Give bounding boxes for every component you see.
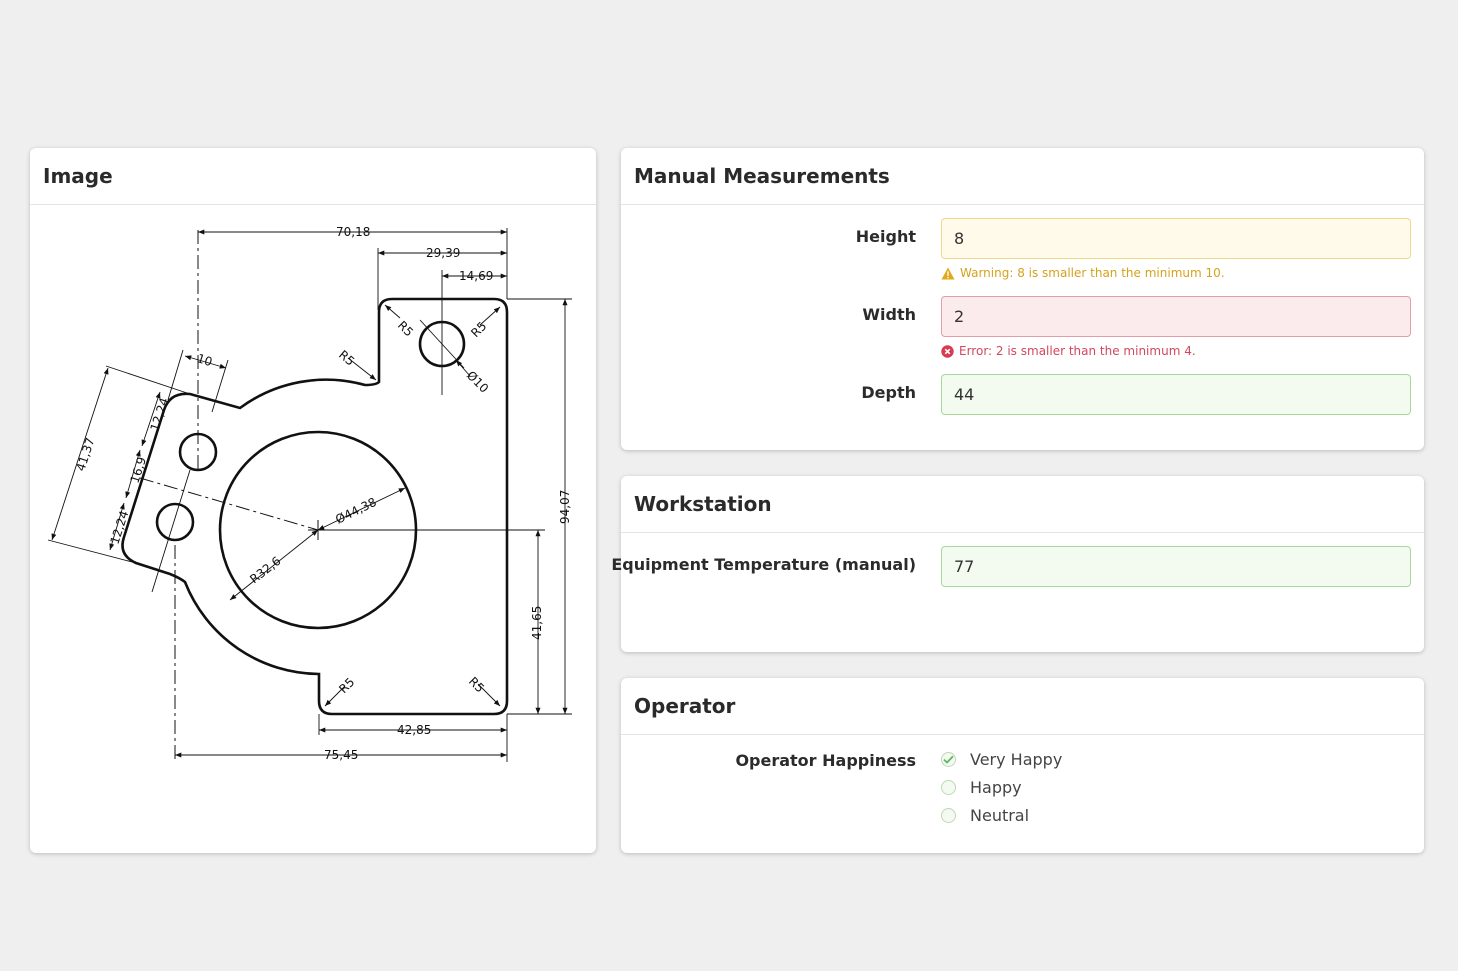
radius-label-2: R5 (395, 318, 416, 339)
technical-drawing: 70,18 29,39 14,69 10 41,37 12,24 16,9 12… (47, 225, 572, 762)
radio-label-happy: Happy (970, 778, 1022, 797)
depth-label: Depth (861, 383, 916, 402)
diameter-big-label: Ø44,38 (333, 495, 379, 527)
depth-input[interactable] (941, 374, 1411, 415)
radio-label-very-happy: Very Happy (970, 750, 1063, 769)
part-outline (121, 297, 509, 716)
image-panel: Image 70,18 29,39 14,69 10 41,37 12,24 1… (30, 148, 596, 853)
height-warning-text: Warning: 8 is smaller than the minimum 1… (960, 266, 1225, 280)
radio-circle-very-happy[interactable] (941, 752, 956, 767)
height-warning-message: Warning: 8 is smaller than the minimum 1… (941, 266, 1225, 280)
workstation-panel: Workstation Equipment Temperature (manua… (611, 476, 1424, 652)
width-input[interactable] (941, 296, 1411, 337)
dim-94-07: 94,07 (558, 490, 572, 524)
radius-label-1: R5 (336, 348, 357, 369)
temperature-input[interactable] (941, 546, 1411, 587)
error-icon (941, 344, 954, 358)
width-label: Width (862, 305, 916, 324)
manual-measurements-panel: Manual Measurements Height Warning: 8 is… (621, 148, 1424, 450)
dim-29-39: 29,39 (426, 246, 460, 260)
warning-icon (941, 267, 955, 279)
height-input[interactable] (941, 218, 1411, 259)
temperature-label: Equipment Temperature (manual) (611, 555, 916, 574)
dim-41-37: 41,37 (74, 436, 98, 473)
dim-14-69: 14,69 (459, 269, 493, 283)
dim-42-85: 42,85 (397, 723, 431, 737)
radio-label-neutral: Neutral (970, 806, 1030, 825)
radio-circle-neutral[interactable] (941, 808, 956, 823)
dim-70-18: 70,18 (336, 225, 370, 239)
radius-label-3: R5 (468, 319, 489, 340)
radio-very-happy[interactable]: Very Happy (941, 750, 1062, 769)
radius-label-4: R5 (336, 675, 357, 696)
width-error-text: Error: 2 is smaller than the minimum 4. (959, 344, 1196, 358)
manual-measurements-title: Manual Measurements (621, 148, 1424, 205)
radio-happy[interactable]: Happy (941, 778, 1022, 797)
image-panel-title: Image (30, 148, 596, 205)
operator-title: Operator (621, 678, 1424, 735)
radio-neutral[interactable]: Neutral (941, 806, 1029, 825)
workstation-title: Workstation (621, 476, 1424, 533)
happiness-label: Operator Happiness (735, 751, 916, 770)
dim-75-45: 75,45 (324, 748, 358, 762)
check-icon (943, 755, 954, 764)
width-error-message: Error: 2 is smaller than the minimum 4. (941, 344, 1196, 358)
operator-panel: Operator Operator Happiness Very Happy H… (621, 678, 1424, 853)
dim-41-65: 41,65 (530, 606, 544, 640)
radius-big-label: R32,6 (247, 554, 283, 587)
dim-12-24-top: 12,24 (148, 396, 172, 433)
hole-left-lower (155, 502, 195, 542)
height-label: Height (855, 227, 916, 246)
radio-circle-happy[interactable] (941, 780, 956, 795)
diameter-small-label: Ø10 (464, 368, 491, 395)
radius-label-5: R5 (466, 674, 487, 695)
